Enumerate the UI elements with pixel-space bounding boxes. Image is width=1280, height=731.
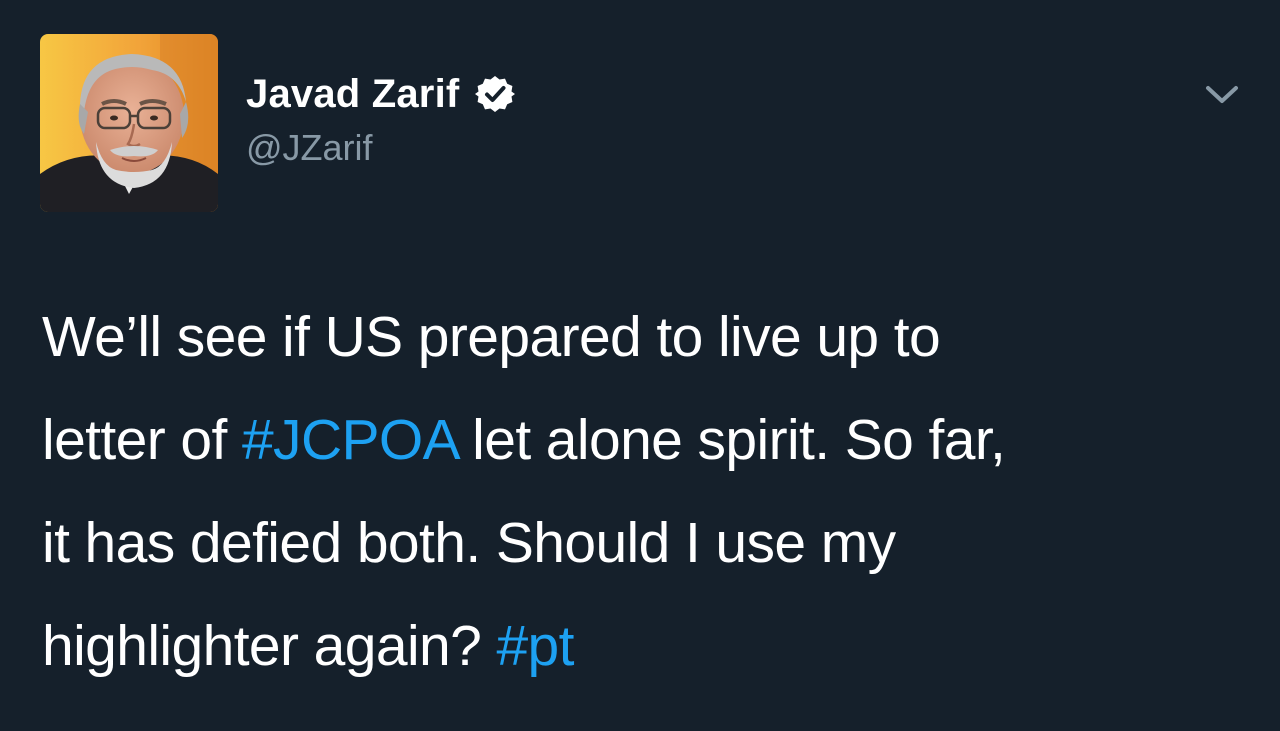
user-handle[interactable]: @JZarif	[246, 124, 515, 172]
hashtag-link-jcpoa[interactable]: #JCPOA	[242, 408, 458, 472]
display-name[interactable]: Javad Zarif	[246, 66, 459, 122]
tweet-line-1: We’ll see if US prepared to live up to	[42, 305, 941, 369]
tweet-card: Javad Zarif @JZarif We’ll see if US prep…	[0, 0, 1280, 731]
chevron-down-icon[interactable]	[1200, 76, 1244, 112]
tweet-text: We’ll see if US prepared to live up to le…	[42, 286, 1242, 698]
avatar[interactable]	[40, 34, 218, 212]
verified-badge-icon	[475, 74, 516, 114]
tweet-line-2-start: letter of	[42, 408, 242, 472]
tweet-line-3: it has defied both. Should I use my	[42, 511, 896, 575]
hashtag-link-pt[interactable]: #pt	[496, 614, 574, 678]
tweet-header: Javad Zarif @JZarif	[246, 66, 516, 172]
tweet-line-2-end: let alone spirit. So far,	[456, 408, 1006, 472]
name-row: Javad Zarif	[246, 66, 516, 122]
tweet-line-4: highlighter again?	[42, 614, 497, 678]
